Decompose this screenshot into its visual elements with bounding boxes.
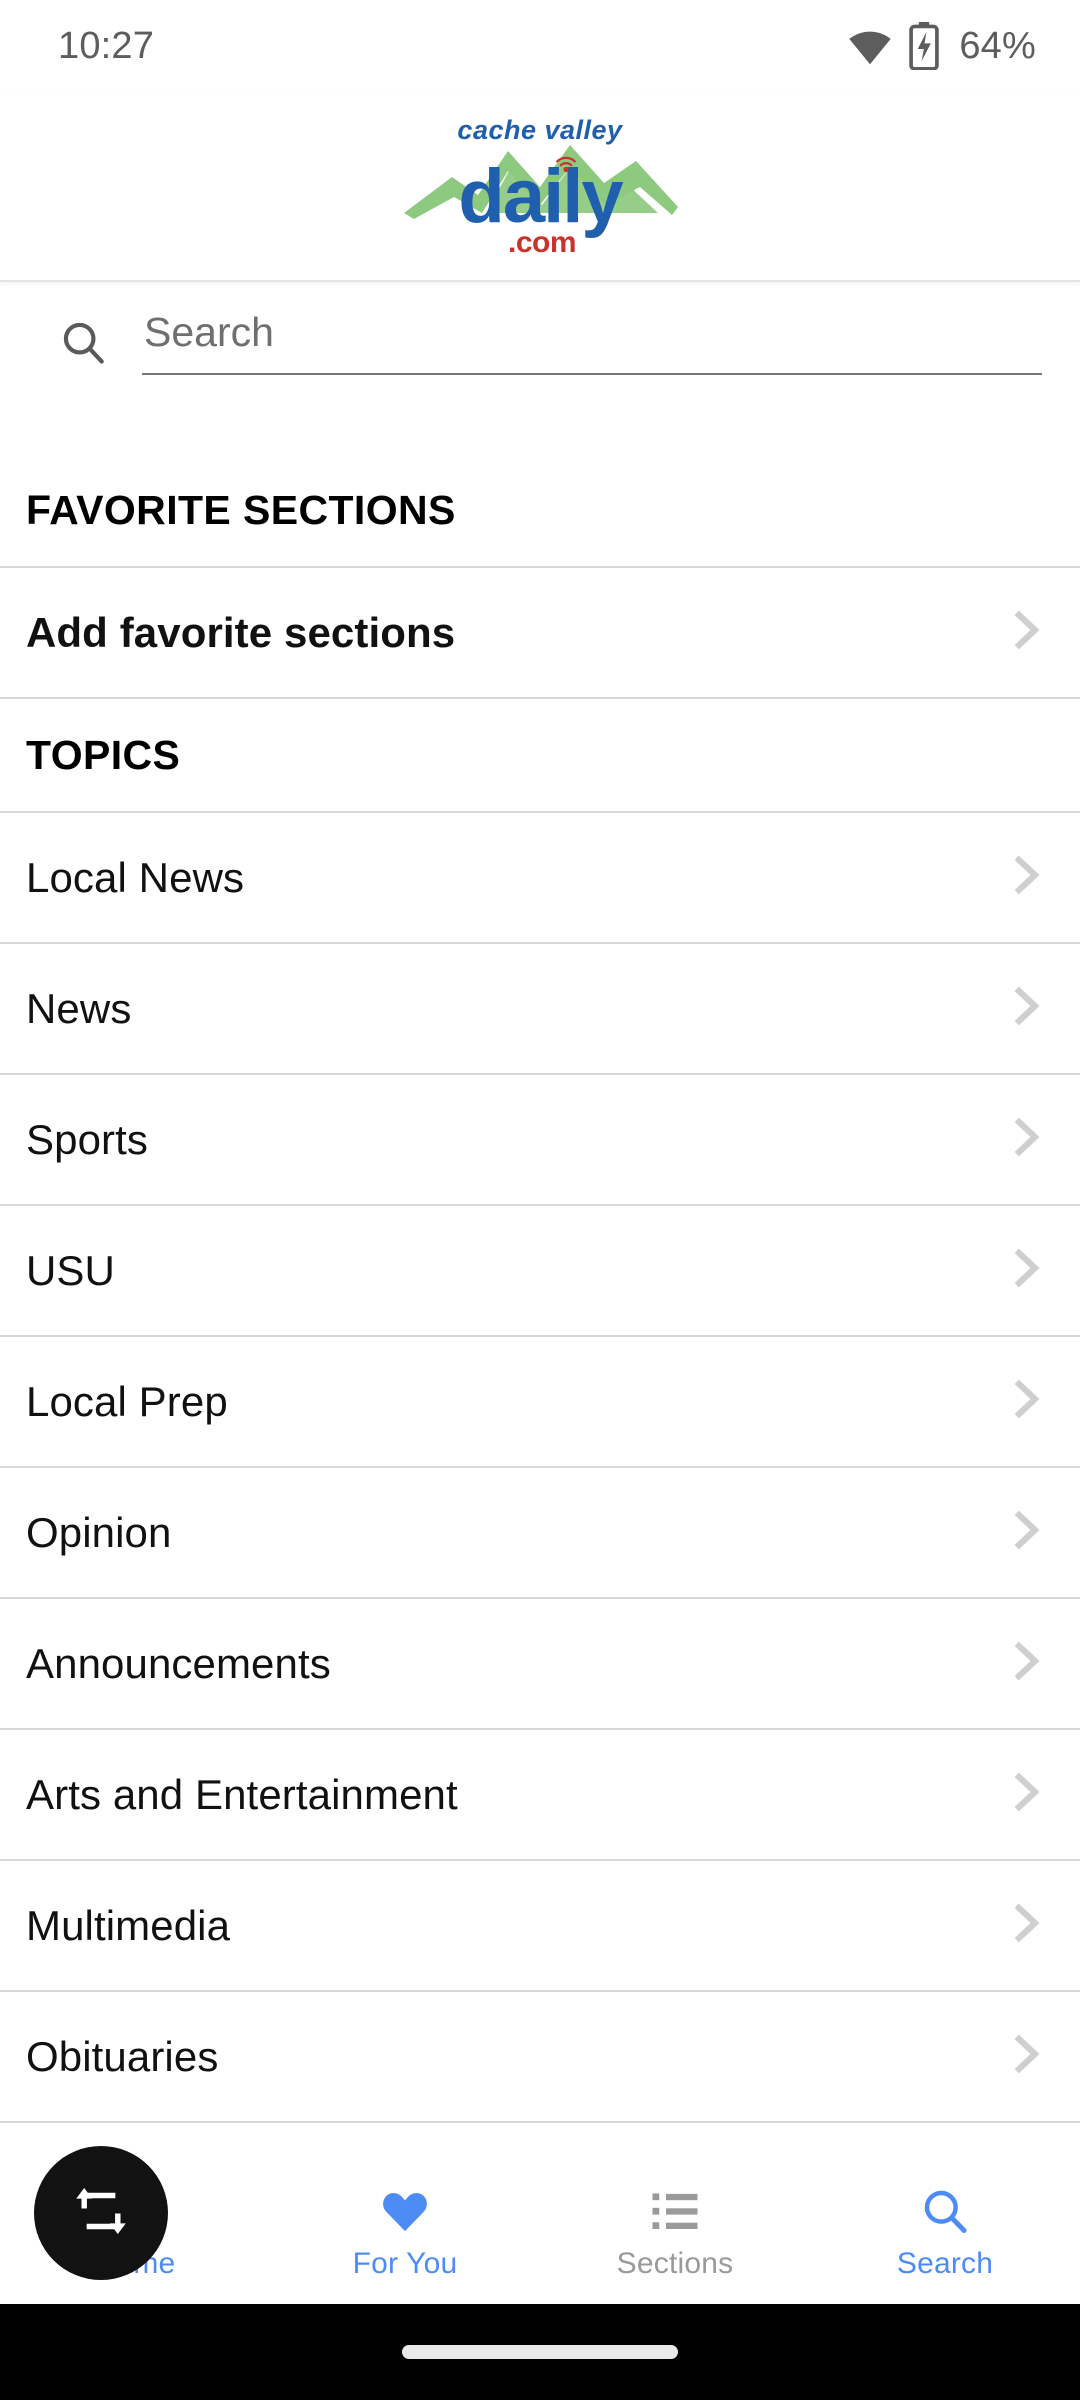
list-item-add-favorite-sections[interactable]: Add favorite sections	[0, 568, 1080, 697]
nav-tab-sections[interactable]: Sections	[540, 2155, 810, 2304]
list-item-label: Arts and Entertainment	[26, 1770, 458, 1818]
phone-screen: 10:27 64% cache valley daily .com Search…	[0, 0, 1080, 2400]
search-bar[interactable]	[0, 282, 1080, 402]
section-header-topics: TOPICS	[0, 699, 1080, 811]
search-field	[142, 305, 1042, 379]
search-icon	[919, 2185, 971, 2237]
list-item-label: Obituaries	[26, 2032, 219, 2080]
chevron-right-icon	[1002, 1375, 1050, 1428]
list-item-opinion[interactable]: Opinion	[0, 1468, 1080, 1597]
cache-valley-daily-logo: cache valley daily .com	[390, 109, 690, 264]
list-item-obituaries[interactable]: Obituaries	[0, 1992, 1080, 2121]
list-item-arts-and-entertainment[interactable]: Arts and Entertainment	[0, 1730, 1080, 1859]
list-item-label: Announcements	[26, 1639, 331, 1687]
chevron-right-icon	[1002, 2030, 1050, 2083]
list-item-local-prep[interactable]: Local Prep	[0, 1337, 1080, 1466]
list-item-label: USU	[26, 1246, 115, 1294]
list-item-label: Add favorite sections	[26, 608, 456, 656]
list-item-announcements[interactable]: Announcements	[0, 1599, 1080, 1728]
chevron-right-icon	[1002, 1506, 1050, 1559]
list-item-news[interactable]: News	[0, 944, 1080, 1073]
app-header: cache valley daily .com	[0, 92, 1080, 282]
system-gesture-bar	[0, 2304, 1080, 2400]
nav-tab-label: For You	[352, 2246, 458, 2280]
bottom-navigation-bar: Home For You Sections	[0, 2146, 1080, 2304]
status-bar: 10:27 64%	[0, 0, 1080, 92]
wifi-icon	[847, 23, 893, 69]
sections-list[interactable]: FAVORITE SECTIONS Add favorite sections …	[0, 402, 1080, 2154]
heart-icon	[378, 2185, 432, 2237]
list-item-label: Opinion	[26, 1508, 172, 1556]
chevron-right-icon	[1002, 1244, 1050, 1297]
list-item-usu[interactable]: USU	[0, 1206, 1080, 1335]
chevron-right-icon	[1002, 851, 1050, 904]
search-icon	[54, 313, 112, 371]
list-icon	[648, 2185, 702, 2237]
list-item-sports[interactable]: Sports	[0, 1075, 1080, 1204]
status-indicators: 64%	[847, 22, 1036, 70]
list-item-label: Multimedia	[26, 1901, 231, 1949]
svg-text:cache valley: cache valley	[457, 115, 624, 145]
home-indicator[interactable]	[402, 2345, 678, 2359]
list-item-label: Local News	[26, 853, 245, 901]
list-item-label: News	[26, 984, 132, 1032]
chevron-right-icon	[1002, 606, 1050, 659]
battery-charging-icon	[907, 22, 941, 70]
chevron-right-icon	[1002, 1113, 1050, 1166]
chevron-right-icon	[1002, 982, 1050, 1035]
svg-text:.com: .com	[508, 226, 576, 259]
list-item-multimedia[interactable]: Multimedia	[0, 1861, 1080, 1990]
status-time: 10:27	[58, 24, 155, 67]
chevron-right-icon	[1002, 1768, 1050, 1821]
list-item-local-news[interactable]: Local News	[0, 813, 1080, 942]
repeat-icon	[70, 2180, 132, 2247]
list-item-label: Local Prep	[26, 1377, 228, 1425]
battery-percent: 64%	[959, 24, 1036, 67]
list-item-label: Sports	[26, 1115, 148, 1163]
nav-tab-for-you[interactable]: For You	[270, 2155, 540, 2304]
search-input[interactable]	[142, 305, 1042, 375]
chevron-right-icon	[1002, 1899, 1050, 1952]
nav-tab-label: Search	[896, 2246, 994, 2280]
section-header-favorites: FAVORITE SECTIONS	[0, 454, 1080, 566]
floating-action-button[interactable]	[34, 2146, 168, 2280]
chevron-right-icon	[1002, 1637, 1050, 1690]
nav-tab-search[interactable]: Search	[810, 2155, 1080, 2304]
nav-tab-label: Sections	[616, 2246, 734, 2280]
divider	[0, 2121, 1080, 2123]
